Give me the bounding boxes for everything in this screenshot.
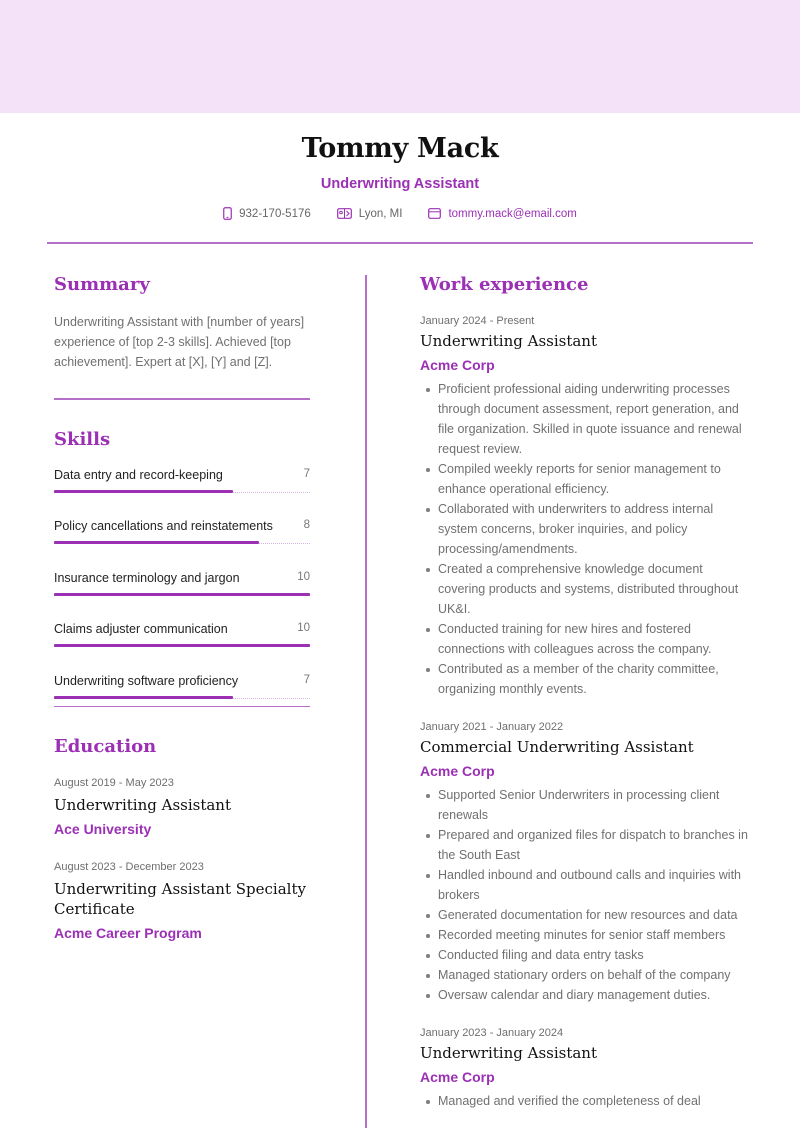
job-bullet: Oversaw calendar and diary management du… — [420, 985, 750, 1005]
contact-email[interactable]: tommy.mack@email.com — [428, 207, 577, 220]
job-bullet: Contributed as a member of the charity c… — [420, 659, 750, 699]
job-bullet: Compiled weekly reports for senior manag… — [420, 459, 750, 499]
job-entry: January 2021 - January 2022 Commercial U… — [420, 721, 750, 1005]
education-dates: August 2019 - May 2023 — [54, 777, 174, 789]
job-bullet: Created a comprehensive knowledge docume… — [420, 559, 750, 619]
skill-bar-track — [54, 489, 310, 493]
job-company: Acme Corp — [420, 357, 495, 373]
skill-item: Data entry and record-keeping 7 — [54, 468, 310, 520]
job-bullet: Handled inbound and outbound calls and i… — [420, 865, 750, 905]
job-bullet: Managed stationary orders on behalf of t… — [420, 965, 750, 985]
email-icon — [428, 208, 442, 219]
education-school: Acme Career Program — [54, 925, 202, 941]
experience-heading: Work experience — [420, 274, 589, 295]
job-title: Underwriting Assistant — [420, 332, 597, 350]
education-degree: Underwriting Assistant — [54, 796, 231, 814]
contact-location: Lyon, MI — [336, 207, 403, 220]
skill-bar-track — [54, 644, 310, 647]
skill-score: 7 — [303, 673, 310, 686]
job-dates: January 2021 - January 2022 — [420, 721, 564, 733]
skill-bar-fill — [54, 489, 234, 493]
job-title: Underwriting Assistant — [420, 1044, 597, 1062]
job-bullets: Proficient professional aiding underwrit… — [420, 379, 750, 699]
education-entry: August 2023 - December 2023 Underwriting… — [54, 861, 310, 941]
job-title: Commercial Underwriting Assistant — [420, 738, 694, 756]
map-icon — [336, 208, 352, 219]
skills-list: Data entry and record-keeping 7 Policy c… — [54, 468, 310, 706]
summary-heading: Summary — [54, 274, 150, 295]
job-dates: January 2023 - January 2024 — [420, 1027, 564, 1039]
skill-label: Data entry and record-keeping — [54, 467, 223, 482]
job-bullet: Conducted filing and data entry tasks — [420, 945, 750, 965]
email-link[interactable]: tommy.mack@email.com — [448, 208, 576, 220]
skill-bar-track — [54, 541, 310, 544]
column-divider — [365, 275, 367, 1128]
job-bullet: Collaborated with underwriters to addres… — [420, 499, 750, 559]
section-divider — [54, 398, 310, 400]
job-bullet: Recorded meeting minutes for senior staf… — [420, 925, 750, 945]
candidate-role: Underwriting Assistant — [320, 176, 480, 192]
skill-label: Insurance terminology and jargon — [54, 570, 240, 585]
location-text: Lyon, MI — [358, 207, 403, 220]
skill-item: Policy cancellations and reinstatements … — [54, 519, 310, 571]
skill-bar-fill — [54, 695, 234, 699]
section-divider — [54, 705, 310, 707]
job-company: Acme Corp — [420, 1069, 495, 1085]
header-band — [0, 0, 800, 113]
left-column: Summary Underwriting Assistant with [num… — [54, 270, 310, 941]
summary-text: Underwriting Assistant with [number of y… — [54, 315, 305, 369]
job-company: Acme Corp — [420, 763, 495, 779]
skill-bar-track — [54, 695, 310, 699]
skill-label: Policy cancellations and reinstatements — [54, 519, 273, 533]
skill-score: 10 — [297, 622, 310, 634]
education-heading: Education — [54, 736, 157, 757]
job-bullet: Prepared and organized files for dispatc… — [420, 825, 750, 865]
phone-number: 932-170-5176 — [239, 207, 311, 220]
skill-score: 10 — [297, 570, 310, 583]
skill-label: Underwriting software proficiency — [54, 673, 239, 688]
skill-score: 8 — [303, 519, 310, 531]
job-entry: January 2024 - Present Underwriting Assi… — [420, 315, 750, 699]
education-school: Ace University — [54, 821, 152, 837]
job-bullet: Supported Senior Underwriters in process… — [420, 785, 750, 825]
education-degree: Underwriting Assistant Specialty Certifi… — [54, 880, 306, 918]
candidate-name: Tommy Mack — [301, 133, 499, 164]
job-bullet: Managed and verified the completeness of… — [420, 1091, 750, 1111]
skill-item: Claims adjuster communication 10 — [54, 622, 310, 674]
header-divider — [47, 242, 753, 244]
skill-score: 7 — [303, 467, 310, 480]
skill-bar-track — [54, 592, 310, 596]
job-entry: January 2023 - January 2024 Underwriting… — [420, 1027, 750, 1111]
phone-icon — [223, 207, 232, 220]
job-bullet: Proficient professional aiding underwrit… — [420, 379, 750, 459]
skill-item: Underwriting software proficiency 7 — [54, 674, 310, 706]
education-dates: August 2023 - December 2023 — [54, 861, 204, 873]
contact-info: 932-170-5176 Lyon, MI tommy.mack@email.c… — [0, 207, 800, 220]
skill-label: Claims adjuster communication — [54, 622, 228, 636]
skill-bar-fill — [54, 644, 310, 647]
education-entry: August 2019 - May 2023 Underwriting Assi… — [54, 777, 310, 837]
skills-heading: Skills — [54, 428, 111, 450]
skill-bar-fill — [54, 541, 259, 544]
job-bullets: Supported Senior Underwriters in process… — [420, 785, 750, 1005]
skill-bar-fill — [54, 592, 310, 596]
skill-item: Insurance terminology and jargon 10 — [54, 571, 310, 623]
right-column: Work experience January 2024 - Present U… — [420, 270, 750, 1111]
job-dates: January 2024 - Present — [420, 315, 535, 327]
job-bullet: Generated documentation for new resource… — [420, 905, 750, 925]
job-bullet: Conducted training for new hires and fos… — [420, 619, 750, 659]
job-bullets: Managed and verified the completeness of… — [420, 1091, 750, 1111]
contact-phone: 932-170-5176 — [223, 207, 311, 220]
